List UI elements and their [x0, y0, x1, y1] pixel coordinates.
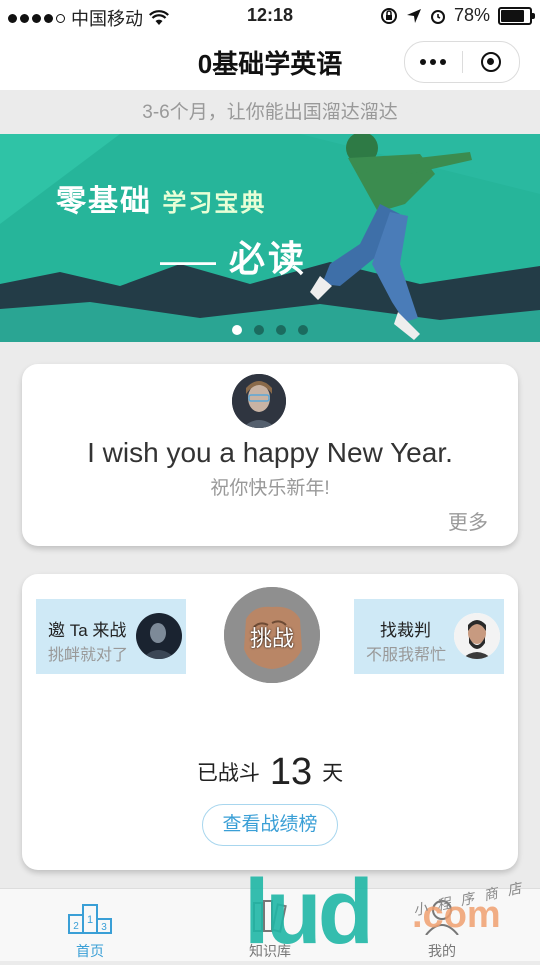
- opponent-avatar: [136, 613, 182, 659]
- battery-percent: 78%: [453, 5, 490, 25]
- more-menu-button[interactable]: [405, 42, 462, 82]
- invite-title: 邀 Ta 来战: [48, 621, 127, 640]
- status-right: 78%: [380, 5, 535, 26]
- days-prefix: 已战斗: [196, 762, 260, 785]
- watermark-logo: lud: [244, 861, 374, 963]
- daily-sentence-card[interactable]: I wish you a happy New Year. 祝你快乐新年! 更多: [22, 364, 518, 546]
- battery-icon: [498, 6, 535, 25]
- svg-text:1: 1: [87, 914, 93, 926]
- carousel-dot[interactable]: [276, 325, 286, 335]
- invite-opponent-button[interactable]: 邀 Ta 来战 挑衅就对了: [36, 599, 186, 674]
- days-count: 13: [269, 751, 313, 793]
- invite-subtitle: 挑衅就对了: [48, 647, 129, 664]
- banner-headline: 零基础 学习宝典: [56, 176, 266, 220]
- leaderboard-button[interactable]: 查看战绩榜: [202, 804, 338, 846]
- svg-text:2: 2: [73, 921, 79, 932]
- more-dots-icon: [420, 59, 447, 65]
- banner-tagline-text: 必读: [229, 238, 308, 279]
- rotation-lock-icon: [380, 7, 397, 24]
- banner-tagline: —— 必读: [160, 230, 307, 282]
- referee-avatar: [454, 613, 500, 659]
- challenge-button[interactable]: 挑战: [224, 587, 320, 683]
- days-suffix: 天: [322, 762, 344, 785]
- banner-tagline-dash: ——: [160, 246, 216, 277]
- status-bar: 中国移动 12:18 78%: [0, 0, 540, 32]
- speaker-avatar: [232, 374, 286, 428]
- target-icon: [480, 52, 501, 72]
- banner-carousel[interactable]: 零基础 学习宝典 —— 必读: [0, 134, 540, 342]
- location-icon: [406, 8, 421, 23]
- battle-days: 已战斗 13 天: [22, 747, 518, 793]
- battle-card: 邀 Ta 来战 挑衅就对了 挑战 找裁判 不服我帮忙 已战斗 13 天 查看战绩…: [22, 574, 518, 870]
- carousel-dot[interactable]: [298, 325, 308, 335]
- carousel-dot[interactable]: [254, 325, 264, 335]
- sentence-chinese: 祝你快乐新年!: [210, 478, 330, 499]
- podium-icon: 1 2 3: [68, 904, 112, 934]
- mini-program-capsule: [404, 41, 520, 83]
- banner-headline-sub: 学习宝典: [162, 190, 267, 217]
- alarm-icon: [430, 9, 445, 24]
- sentence-english: I wish you a happy New Year.: [87, 437, 453, 468]
- tab-home[interactable]: 1 2 3 首页: [30, 889, 150, 961]
- referee-title: 找裁判: [380, 621, 431, 640]
- carousel-dot[interactable]: [232, 325, 242, 335]
- nav-bar: 0基础学英语: [0, 32, 540, 90]
- tab-profile-label: 我的: [428, 943, 456, 959]
- more-link[interactable]: 更多: [448, 506, 488, 535]
- banner-headline-main: 零基础: [56, 185, 152, 218]
- close-mini-program-button[interactable]: [463, 42, 520, 82]
- referee-subtitle: 不服我帮忙: [366, 647, 447, 664]
- find-referee-button[interactable]: 找裁判 不服我帮忙: [354, 599, 504, 674]
- svg-text:3: 3: [101, 922, 107, 933]
- challenge-label: 挑战: [249, 626, 294, 651]
- subtitle: 3-6个月，让你能出国溜达溜达: [142, 102, 398, 123]
- tab-home-label: 首页: [76, 943, 104, 959]
- carousel-indicators: [0, 325, 540, 335]
